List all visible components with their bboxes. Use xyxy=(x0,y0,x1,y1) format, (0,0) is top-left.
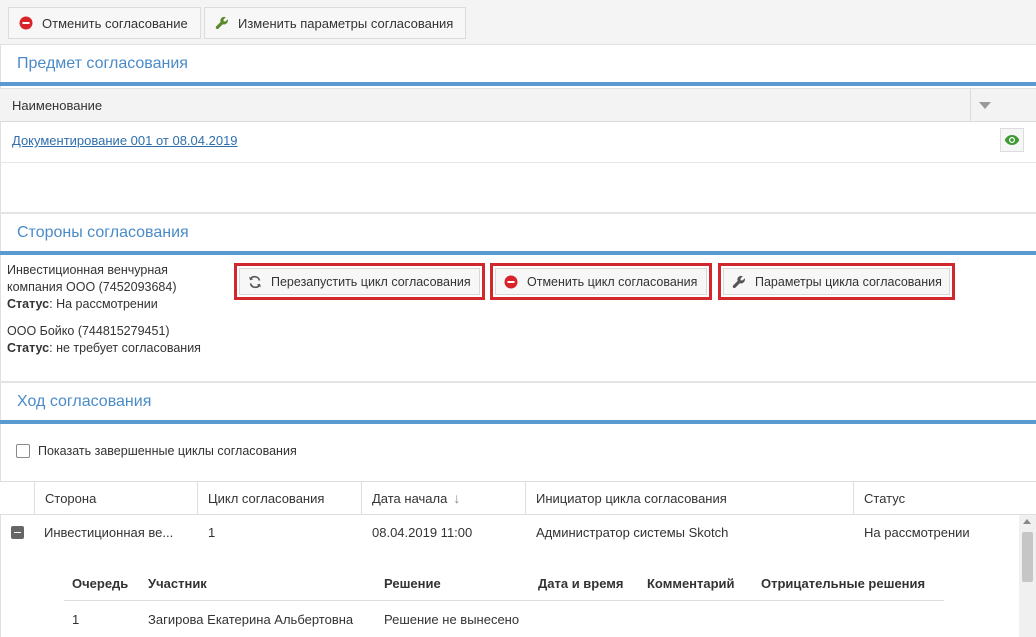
show-completed-checkbox[interactable] xyxy=(16,444,30,458)
change-approval-params-label: Изменить параметры согласования xyxy=(238,15,454,31)
toolbar: Отменить согласование Изменить параметры… xyxy=(0,0,1036,45)
sort-down-icon: ↓ xyxy=(453,490,461,506)
stop-icon xyxy=(504,275,518,289)
sub-cell-decision: Решение не вынесено xyxy=(384,612,520,627)
cancel-approval-button[interactable]: Отменить согласование xyxy=(8,7,201,39)
cancel-cycle-label: Отменить цикл согласования xyxy=(527,274,698,289)
scrollbar-thumb[interactable] xyxy=(1022,532,1033,582)
column-menu-button[interactable] xyxy=(970,89,1000,122)
party-status: Статус: не требует согласования xyxy=(7,340,201,357)
sub-column-participant: Участник xyxy=(148,576,207,591)
cell-party: Инвестиционная ве... xyxy=(44,525,174,540)
party-name-line1: Инвестиционная венчурная xyxy=(7,263,168,277)
wrench-icon xyxy=(215,16,229,30)
vertical-scrollbar[interactable] xyxy=(1019,515,1036,637)
section-divider xyxy=(0,82,1036,86)
subject-grid-header: Наименование xyxy=(0,88,1036,122)
table-row[interactable]: Инвестиционная ве... 1 08.04.2019 11:00 … xyxy=(0,515,1020,551)
column-header-party[interactable]: Сторона xyxy=(34,482,197,515)
view-document-button[interactable] xyxy=(1000,128,1024,152)
progress-section-title: Ход согласования xyxy=(17,393,152,410)
sub-column-datetime: Дата и время xyxy=(538,576,624,591)
chevron-down-icon xyxy=(979,102,991,109)
wrench-icon xyxy=(732,275,746,289)
status-value: : не требует согласования xyxy=(49,341,201,355)
section-divider xyxy=(0,420,1036,424)
column-header-initiator[interactable]: Инициатор цикла согласования xyxy=(525,482,853,515)
party-status: Статус: На рассмотрении xyxy=(7,296,177,313)
status-label: Статус xyxy=(7,341,50,355)
table-row: Документирование 001 от 08.04.2019 xyxy=(0,122,1036,163)
party-name-line2: компания ООО (7452093684) xyxy=(7,280,177,294)
sub-table-divider xyxy=(64,600,944,601)
sub-column-decision: Решение xyxy=(384,576,441,591)
cancel-approval-label: Отменить согласование xyxy=(42,15,188,31)
progress-table-header: Сторона Цикл согласования Дата начала ↓ И… xyxy=(0,481,1036,515)
collapse-row-button[interactable] xyxy=(11,526,24,539)
column-header-status[interactable]: Статус xyxy=(853,482,1036,515)
section-separator xyxy=(0,212,1036,214)
party-item: Инвестиционная венчурная компания ООО (7… xyxy=(7,262,177,313)
cycle-params-label: Параметры цикла согласования xyxy=(755,274,942,289)
sub-cell-queue: 1 xyxy=(72,612,80,627)
status-label: Статус xyxy=(7,297,50,311)
cycle-params-button[interactable]: Параметры цикла согласования xyxy=(718,263,955,300)
scroll-up-icon[interactable] xyxy=(1023,519,1031,524)
show-completed-label: Показать завершенные циклы согласования xyxy=(38,444,297,458)
sub-column-comment: Комментарий xyxy=(647,576,735,591)
cell-status: На рассмотрении xyxy=(864,525,970,540)
parties-section-title: Стороны согласования xyxy=(17,224,189,241)
cell-start-date: 08.04.2019 11:00 xyxy=(372,525,473,540)
eye-icon xyxy=(1004,135,1020,145)
sub-column-negative-decisions: Отрицательные решения xyxy=(761,576,926,591)
restart-cycle-label: Перезапустить цикл согласования xyxy=(271,274,471,289)
status-value: : На рассмотрении xyxy=(49,297,158,311)
party-item: ООО Бойко (744815279451) Статус: не треб… xyxy=(7,323,201,357)
cancel-cycle-button[interactable]: Отменить цикл согласования xyxy=(490,263,712,300)
refresh-icon xyxy=(248,275,262,289)
subject-section-title: Предмет согласования xyxy=(17,55,188,72)
show-completed-cycles[interactable]: Показать завершенные циклы согласования xyxy=(16,444,297,458)
change-approval-params-button[interactable]: Изменить параметры согласования xyxy=(204,7,467,39)
party-name-line1: ООО Бойко (744815279451) xyxy=(7,324,170,338)
restart-cycle-button[interactable]: Перезапустить цикл согласования xyxy=(234,263,485,300)
section-divider xyxy=(0,251,1036,255)
sub-cell-participant: Загирова Екатерина Альбертовна xyxy=(148,612,354,627)
column-header-name[interactable]: Наименование xyxy=(12,98,102,113)
column-header-cycle[interactable]: Цикл согласования xyxy=(197,482,361,515)
cell-cycle: 1 xyxy=(208,525,216,540)
document-link[interactable]: Документирование 001 от 08.04.2019 xyxy=(12,133,238,148)
section-separator xyxy=(0,381,1036,383)
stop-icon xyxy=(19,16,33,30)
column-header-start-date[interactable]: Дата начала ↓ xyxy=(361,482,525,515)
sub-column-queue: Очередь xyxy=(72,576,129,591)
cell-initiator: Администратор системы Skotch xyxy=(536,525,729,540)
